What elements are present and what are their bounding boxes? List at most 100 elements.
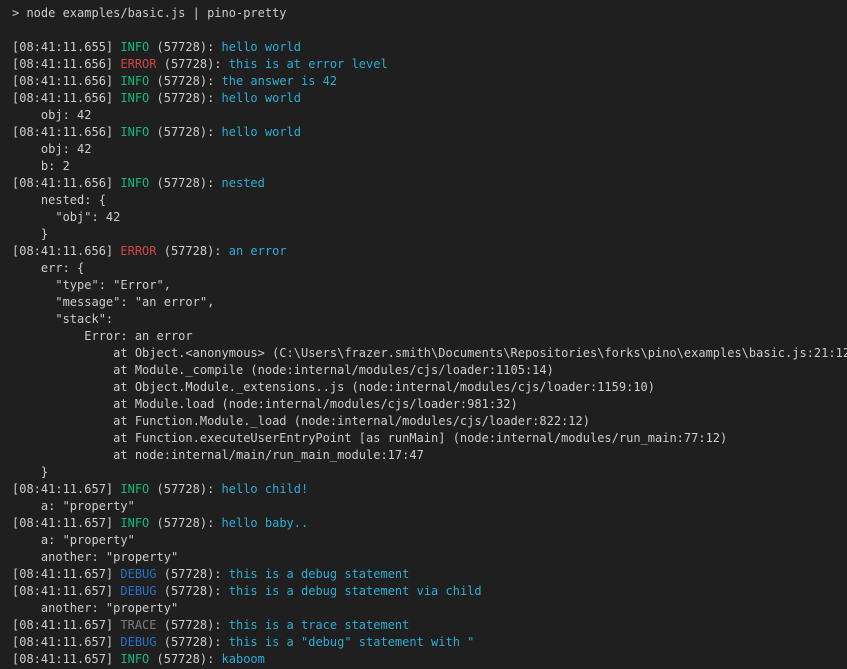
log-text: a: "property" (12, 533, 135, 547)
terminal-line: Error: an error (12, 328, 847, 345)
terminal-line: [08:41:11.656] INFO (57728): nested (12, 175, 847, 192)
log-text: [08:41:11.657] (12, 516, 120, 530)
log-text: (57728): (149, 516, 221, 530)
log-text: b: 2 (12, 159, 70, 173)
log-text: at Object.<anonymous> (C:\Users\frazer.s… (12, 346, 847, 360)
terminal-line: [08:41:11.657] TRACE (57728): this is a … (12, 617, 847, 634)
terminal-line: [08:41:11.657] INFO (57728): kaboom (12, 651, 847, 668)
log-text: [08:41:11.657] (12, 652, 120, 666)
log-text: [08:41:11.656] (12, 176, 120, 190)
log-level-info: INFO (120, 74, 149, 88)
log-text: "stack": (12, 312, 113, 326)
log-level-debug: DEBUG (120, 635, 156, 649)
terminal-line: at Function.Module._load (node:internal/… (12, 413, 847, 430)
log-text: another: "property" (12, 550, 178, 564)
log-level-info: INFO (120, 40, 149, 54)
terminal-line: [08:41:11.656] INFO (57728): the answer … (12, 73, 847, 90)
log-text: obj: 42 (12, 142, 91, 156)
terminal-line: "stack": (12, 311, 847, 328)
log-message: an error (229, 244, 287, 258)
log-text: "message": "an error", (12, 295, 214, 309)
log-text: Error: an error (12, 329, 193, 343)
log-text: a: "property" (12, 499, 135, 513)
log-text: [08:41:11.657] (12, 482, 120, 496)
log-text: (57728): (149, 652, 221, 666)
terminal-line: [08:41:11.656] ERROR (57728): an error (12, 243, 847, 260)
log-message: hello world (222, 125, 301, 139)
log-level-trace: TRACE (120, 618, 156, 632)
log-message: hello baby.. (222, 516, 309, 530)
terminal-output[interactable]: > node examples/basic.js | pino-pretty [0… (0, 0, 847, 669)
terminal-line: at Module.load (node:internal/modules/cj… (12, 396, 847, 413)
log-text: (57728): (157, 618, 229, 632)
log-level-info: INFO (120, 652, 149, 666)
terminal-line: another: "property" (12, 549, 847, 566)
log-text: nested: { (12, 193, 106, 207)
log-text: [08:41:11.656] (12, 244, 120, 258)
log-message: this is at error level (229, 57, 388, 71)
log-message: this is a "debug" statement with " (229, 635, 475, 649)
log-level-info: INFO (120, 516, 149, 530)
log-text: (57728): (157, 57, 229, 71)
terminal-line: [08:41:11.657] DEBUG (57728): this is a … (12, 634, 847, 651)
log-text: at Object.Module._extensions..js (node:i… (12, 380, 655, 394)
log-text: [08:41:11.656] (12, 74, 120, 88)
terminal-line: at Object.<anonymous> (C:\Users\frazer.s… (12, 345, 847, 362)
terminal-line: b: 2 (12, 158, 847, 175)
log-text: (57728): (149, 74, 221, 88)
terminal-line: [08:41:11.657] DEBUG (57728): this is a … (12, 583, 847, 600)
terminal-line: [08:41:11.657] DEBUG (57728): this is a … (12, 566, 847, 583)
terminal-line: [08:41:11.657] INFO (57728): hello child… (12, 481, 847, 498)
log-text: (57728): (157, 567, 229, 581)
log-level-info: INFO (120, 176, 149, 190)
log-message: hello world (222, 40, 301, 54)
log-level-debug: DEBUG (120, 584, 156, 598)
log-text: "obj": 42 (12, 210, 120, 224)
log-text: at Module.load (node:internal/modules/cj… (12, 397, 518, 411)
terminal-line: "message": "an error", (12, 294, 847, 311)
log-text: [08:41:11.657] (12, 635, 120, 649)
terminal-line: nested: { (12, 192, 847, 209)
terminal-line: [08:41:11.657] INFO (57728): hello baby.… (12, 515, 847, 532)
log-message: this is a debug statement (229, 567, 410, 581)
log-text: [08:41:11.655] (12, 40, 120, 54)
log-level-info: INFO (120, 125, 149, 139)
terminal-line: at Function.executeUserEntryPoint [as ru… (12, 430, 847, 447)
terminal-blank-line (12, 22, 847, 39)
log-level-error: ERROR (120, 244, 156, 258)
log-message: hello world (222, 91, 301, 105)
log-text: at Function.Module._load (node:internal/… (12, 414, 590, 428)
terminal-line: "obj": 42 (12, 209, 847, 226)
log-message: this is a debug statement via child (229, 584, 482, 598)
log-text: } (12, 227, 48, 241)
log-level-info: INFO (120, 91, 149, 105)
terminal-line: [08:41:11.656] INFO (57728): hello world (12, 90, 847, 107)
command-line: > node examples/basic.js | pino-pretty (12, 5, 847, 22)
terminal-line: } (12, 464, 847, 481)
log-text: } (12, 465, 48, 479)
log-level-debug: DEBUG (120, 567, 156, 581)
log-message: hello child! (222, 482, 309, 496)
log-text: err: { (12, 261, 84, 275)
log-text: another: "property" (12, 601, 178, 615)
log-text: [08:41:11.657] (12, 618, 120, 632)
terminal-line: } (12, 226, 847, 243)
log-text: (57728): (149, 482, 221, 496)
log-text: obj: 42 (12, 108, 91, 122)
log-level-info: INFO (120, 482, 149, 496)
terminal-line: [08:41:11.655] INFO (57728): hello world (12, 39, 847, 56)
log-text: at Function.executeUserEntryPoint [as ru… (12, 431, 727, 445)
log-text: (57728): (149, 91, 221, 105)
log-text: (57728): (157, 584, 229, 598)
terminal-line: a: "property" (12, 532, 847, 549)
terminal-line: [08:41:11.656] ERROR (57728): this is at… (12, 56, 847, 73)
log-text: at node:internal/main/run_main_module:17… (12, 448, 424, 462)
log-text: [08:41:11.657] (12, 567, 120, 581)
log-text: [08:41:11.656] (12, 91, 120, 105)
log-message: nested (222, 176, 265, 190)
terminal-line: at Module._compile (node:internal/module… (12, 362, 847, 379)
log-message: the answer is 42 (222, 74, 338, 88)
log-text: (57728): (157, 244, 229, 258)
terminal-line: at Object.Module._extensions..js (node:i… (12, 379, 847, 396)
log-text: (57728): (149, 40, 221, 54)
